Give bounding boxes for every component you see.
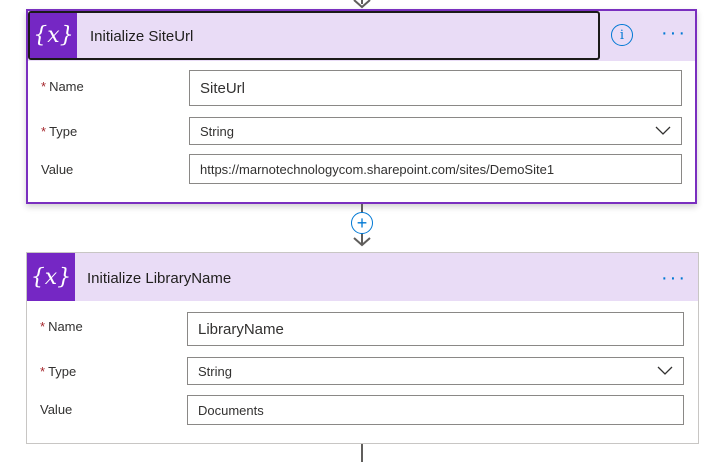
info-icon[interactable]: i xyxy=(611,24,633,46)
type-label: * Type xyxy=(40,364,76,379)
type-dropdown-value: String xyxy=(200,123,234,139)
down-arrow-icon xyxy=(353,237,371,247)
card-title: Initialize SiteUrl xyxy=(90,28,194,45)
required-marker: * xyxy=(40,319,46,334)
name-label-text: Name xyxy=(49,79,84,94)
value-input[interactable]: Documents xyxy=(187,395,684,425)
required-marker: * xyxy=(40,364,46,379)
variable-icon-glyph: {x} xyxy=(30,264,72,290)
name-input-value: LibraryName xyxy=(198,320,284,338)
type-dropdown-value: String xyxy=(198,363,232,379)
value-label: Value xyxy=(40,402,73,417)
type-dropdown[interactable]: String xyxy=(189,117,682,145)
variable-icon-glyph: {x} xyxy=(33,23,74,48)
add-step-button[interactable]: + xyxy=(351,212,373,234)
card-title-box[interactable]: {x} Initialize SiteUrl xyxy=(28,11,600,60)
card-header[interactable]: {x} Initialize SiteUrl i ··· xyxy=(28,11,695,61)
top-arrow-icon xyxy=(353,0,371,9)
card-title: Initialize LibraryName xyxy=(87,270,232,287)
required-marker: * xyxy=(41,124,47,139)
variable-icon: {x} xyxy=(27,253,75,301)
chevron-down-icon xyxy=(657,366,673,375)
type-label-text: Type xyxy=(49,124,78,139)
name-label-text: Name xyxy=(48,319,83,334)
required-marker: * xyxy=(41,79,47,94)
value-input-value: Documents xyxy=(198,402,264,418)
type-label-text: Type xyxy=(48,364,77,379)
more-options-icon[interactable]: ··· xyxy=(661,23,687,43)
name-label: * Name xyxy=(40,319,83,334)
variable-icon: {x} xyxy=(30,13,77,58)
more-options-icon[interactable]: ··· xyxy=(661,268,687,288)
chevron-down-icon xyxy=(655,126,671,135)
card-header[interactable]: {x} Initialize LibraryName ··· xyxy=(27,253,698,301)
action-card-initialize-libraryname[interactable]: {x} Initialize LibraryName ··· * Name Lib… xyxy=(26,252,699,444)
name-label: * Name xyxy=(41,79,84,94)
name-input[interactable]: LibraryName xyxy=(187,312,684,346)
value-input-value: https://marnotechnologycom.sharepoint.co… xyxy=(200,161,555,177)
type-label: * Type xyxy=(41,124,77,139)
type-dropdown[interactable]: String xyxy=(187,357,684,385)
name-input[interactable]: SiteUrl xyxy=(189,70,682,106)
name-input-value: SiteUrl xyxy=(200,79,246,97)
value-label: Value xyxy=(41,162,74,177)
bottom-connector-line xyxy=(361,444,363,462)
action-card-initialize-siteurl[interactable]: {x} Initialize SiteUrl i ··· * Name SiteU… xyxy=(26,9,697,204)
value-input[interactable]: https://marnotechnologycom.sharepoint.co… xyxy=(189,154,682,184)
plus-icon: + xyxy=(356,213,368,233)
info-glyph: i xyxy=(619,27,625,43)
